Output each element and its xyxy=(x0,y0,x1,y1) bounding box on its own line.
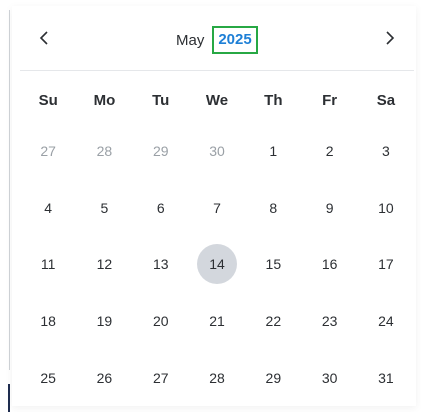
day-number: 25 xyxy=(40,369,56,386)
day-cell[interactable]: 5 xyxy=(76,180,132,237)
day-cell[interactable]: 26 xyxy=(76,349,132,406)
day-cell[interactable]: 4 xyxy=(20,180,76,237)
left-edge-marker xyxy=(8,384,10,412)
day-number: 26 xyxy=(96,369,113,386)
day-number: 17 xyxy=(378,256,394,273)
day-number: 21 xyxy=(209,313,225,330)
day-cell[interactable]: 9 xyxy=(301,180,357,237)
day-cell[interactable]: 16 xyxy=(301,236,357,293)
day-cell[interactable]: 12 xyxy=(76,236,132,293)
day-cell[interactable]: 24 xyxy=(358,293,414,350)
year-selector[interactable]: 2025 xyxy=(212,26,258,54)
day-number: 7 xyxy=(213,199,221,216)
day-cell[interactable]: 27 xyxy=(133,349,189,406)
day-cell[interactable]: 3 xyxy=(358,123,414,180)
day-number: 19 xyxy=(96,313,113,330)
day-number: 18 xyxy=(40,313,56,330)
weekday-label: We xyxy=(205,92,229,109)
days-grid: 27 28 29 30 1 2 3 4 5 6 7 8 9 10 11 12 13 14 15 16 17 18 19 20 2… xyxy=(20,123,414,406)
day-number: 22 xyxy=(265,313,282,330)
chevron-right-icon xyxy=(384,30,396,51)
day-number: 5 xyxy=(100,199,109,216)
day-cell[interactable]: 27 xyxy=(20,123,76,180)
day-number: 20 xyxy=(152,313,169,330)
day-number: 28 xyxy=(96,143,113,160)
day-cell[interactable]: 8 xyxy=(245,180,301,237)
day-cell[interactable]: 20 xyxy=(133,293,189,350)
day-cell[interactable]: 28 xyxy=(189,349,245,406)
prev-month-button[interactable] xyxy=(26,22,62,58)
weekday-header-row: Su Mo Tu We Th Fr Sa xyxy=(20,86,421,116)
day-number: 27 xyxy=(40,143,56,160)
day-number: 12 xyxy=(96,256,113,273)
day-cell[interactable]: 7 xyxy=(189,180,245,237)
day-cell[interactable]: 21 xyxy=(189,293,245,350)
day-cell[interactable]: 2 xyxy=(301,123,357,180)
weekday-label: Tu xyxy=(152,92,170,109)
calendar-title: May 2025 xyxy=(176,26,258,54)
header-divider xyxy=(20,70,414,71)
day-cell[interactable]: 29 xyxy=(133,123,189,180)
day-number: 6 xyxy=(156,199,165,216)
day-number: 24 xyxy=(378,313,394,330)
day-cell[interactable]: 13 xyxy=(133,236,189,293)
left-border xyxy=(9,10,10,370)
weekday-label: Fr xyxy=(322,92,338,109)
chevron-left-icon xyxy=(38,30,50,51)
day-cell[interactable]: 10 xyxy=(358,180,414,237)
weekday-label: Th xyxy=(264,92,283,109)
day-number: 3 xyxy=(382,143,390,160)
day-number: 4 xyxy=(44,199,53,216)
day-cell[interactable]: 31 xyxy=(358,349,414,406)
day-number: 30 xyxy=(209,143,225,160)
day-number: 28 xyxy=(209,369,225,386)
weekday-label: Mo xyxy=(93,92,116,109)
day-number: 1 xyxy=(269,143,278,160)
day-number: 11 xyxy=(40,256,56,273)
day-number: 31 xyxy=(378,369,394,386)
day-number: 2 xyxy=(325,143,334,160)
day-cell-selected[interactable]: 14 xyxy=(189,236,245,293)
day-number: 29 xyxy=(152,143,169,160)
day-cell[interactable]: 19 xyxy=(76,293,132,350)
day-cell[interactable]: 23 xyxy=(301,293,357,350)
day-cell[interactable]: 17 xyxy=(358,236,414,293)
day-cell[interactable]: 1 xyxy=(245,123,301,180)
day-cell[interactable]: 30 xyxy=(189,123,245,180)
day-cell[interactable]: 29 xyxy=(245,349,301,406)
weekday-label: Sa xyxy=(376,92,396,109)
weekday-label: Su xyxy=(38,92,58,109)
month-label[interactable]: May xyxy=(176,32,204,49)
day-number: 27 xyxy=(152,369,169,386)
calendar-header: May 2025 xyxy=(12,22,416,58)
day-cell[interactable]: 11 xyxy=(20,236,76,293)
day-cell[interactable]: 28 xyxy=(76,123,132,180)
next-month-button[interactable] xyxy=(372,22,408,58)
day-cell[interactable]: 18 xyxy=(20,293,76,350)
day-cell[interactable]: 30 xyxy=(301,349,357,406)
day-number: 16 xyxy=(321,256,338,273)
day-number: 23 xyxy=(321,313,338,330)
date-picker: May 2025 Su Mo Tu We Th Fr Sa 27 28 29 30 1 2… xyxy=(12,6,416,406)
day-number: 9 xyxy=(325,199,334,216)
day-cell[interactable]: 22 xyxy=(245,293,301,350)
day-number: 13 xyxy=(152,256,169,273)
day-number: 10 xyxy=(378,199,394,216)
day-number: 15 xyxy=(265,256,282,273)
day-number: 29 xyxy=(265,369,282,386)
day-cell[interactable]: 6 xyxy=(133,180,189,237)
day-number: 30 xyxy=(321,369,338,386)
page: May 2025 Su Mo Tu We Th Fr Sa 27 28 29 30 1 2… xyxy=(0,0,421,412)
day-number: 8 xyxy=(269,199,278,216)
day-number: 14 xyxy=(197,244,238,285)
day-cell[interactable]: 15 xyxy=(245,236,301,293)
day-cell[interactable]: 25 xyxy=(20,349,76,406)
